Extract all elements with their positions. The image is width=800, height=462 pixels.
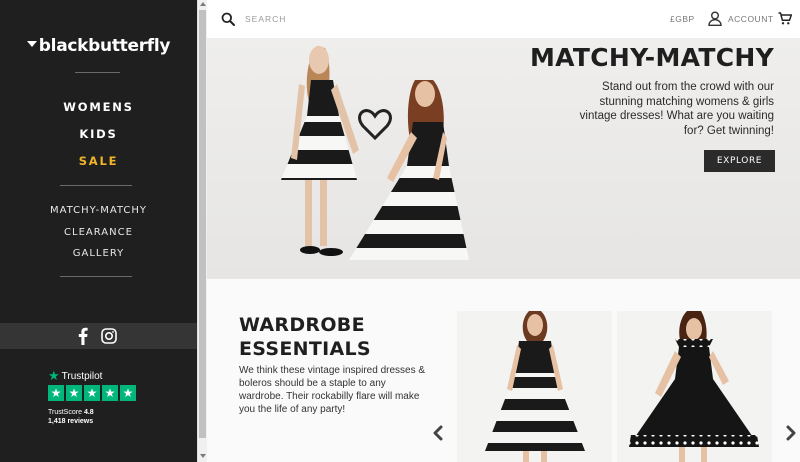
account-link[interactable]: ACCOUNT [728,14,774,24]
wardrobe-essentials-section: WARDROBE ESSENTIALS We think these vinta… [207,278,800,462]
hero-banner: MATCHY-MATCHY Stand out from the crowd w… [207,38,800,278]
facebook-icon[interactable] [78,327,88,345]
section-description: We think these vintage inspired dresses … [239,365,426,415]
hero-title: MATCHY-MATCHY [529,43,774,72]
currency-selector[interactable]: £GBP [670,14,695,24]
sidebar-divider [60,276,132,277]
scroll-up-icon[interactable] [200,2,206,6]
star-icon: ★ [48,385,64,401]
search-icon[interactable] [221,12,235,26]
nav-item-kids[interactable]: KIDS [0,127,197,141]
trustpilot-score: TrustScore 4.8 1,418 reviews [48,408,94,426]
nav-item-sale[interactable]: SALE [0,154,197,168]
instagram-icon[interactable] [101,328,117,344]
star-icon: ★ [102,385,118,401]
top-header: £GBP ACCOUNT [207,0,800,38]
trustscore-label: TrustScore [48,409,82,416]
section-title-line-1: WARDROBE [239,314,365,336]
site-logo[interactable]: blackbutterfly [0,36,197,56]
carousel-next-icon[interactable] [785,425,797,441]
search-input[interactable] [245,11,385,27]
review-count: 1,418 reviews [48,418,94,425]
account-icon[interactable] [708,11,722,26]
product-image [617,311,772,462]
page-scrollbar[interactable] [197,0,207,462]
star-icon: ★ [66,385,82,401]
product-image [457,311,612,462]
hero-description: Stand out from the crowd with our stunni… [579,81,774,137]
scroll-thumb[interactable] [199,10,206,438]
nav-item-womens[interactable]: WOMENS [0,100,197,114]
nav-item-gallery[interactable]: GALLERY [0,248,197,259]
cart-icon[interactable] [778,12,792,25]
logo-text: blackbutterfly [38,36,171,56]
product-card[interactable] [617,311,772,462]
nav-item-matchy-matchy[interactable]: MATCHY-MATCHY [0,205,197,216]
section-title-line-2: ESSENTIALS [239,338,371,360]
trustpilot-rating-stars: ★ ★ ★ ★ ★ [48,385,136,401]
nav-item-clearance[interactable]: CLEARANCE [0,227,197,238]
logo-chevron-icon [26,41,37,47]
trustpilot-star-icon: ★ [48,368,60,383]
social-bar [0,323,197,349]
trustpilot-brand: Trustpilot [61,370,103,382]
carousel-prev-icon[interactable] [432,425,444,441]
trustscore-value: 4.8 [83,409,94,416]
section-title: WARDROBE ESSENTIALS [239,313,371,361]
scroll-down-icon[interactable] [200,454,206,458]
sidebar: blackbutterfly WOMENS KIDS SALE MATCHY-M… [0,0,197,462]
explore-button[interactable]: EXPLORE [704,150,775,172]
product-card[interactable] [457,311,612,462]
sidebar-divider [60,185,132,186]
sidebar-divider [75,72,120,73]
trustpilot-logo[interactable]: ★ Trustpilot [48,368,102,384]
star-icon: ★ [120,385,136,401]
star-icon: ★ [84,385,100,401]
